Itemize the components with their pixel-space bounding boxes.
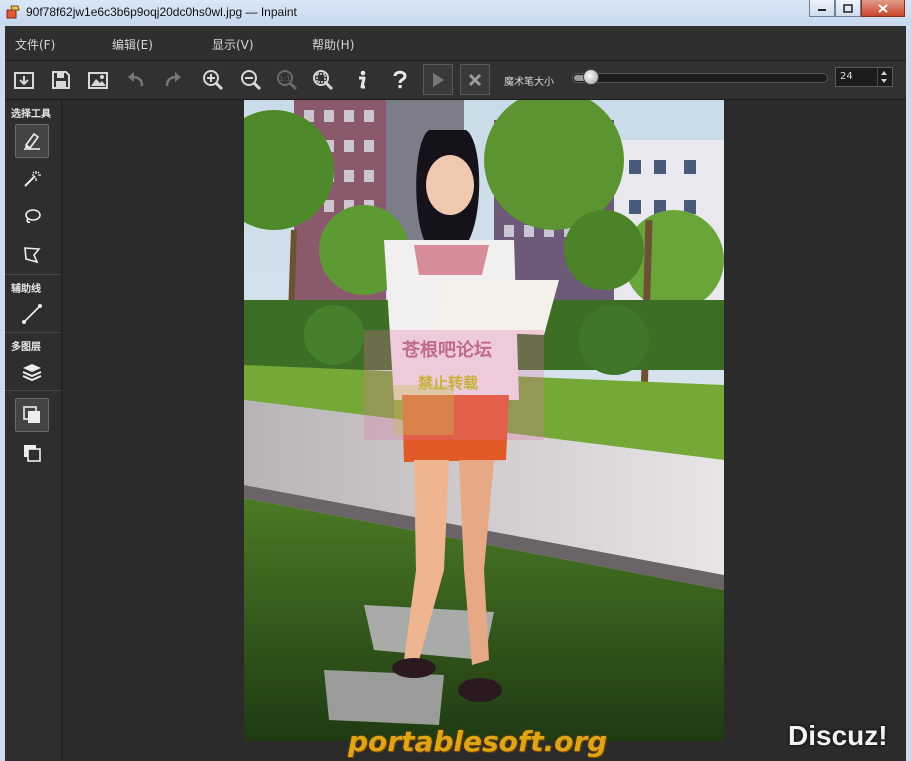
watermark-forum-text: 苍根吧论坛 (402, 340, 492, 361)
image-icon (88, 72, 108, 89)
toolbar: 1:1 魔术笔大小 24 (5, 61, 906, 100)
info-icon (359, 70, 366, 89)
menu-file[interactable]: 文件(F) (15, 36, 55, 53)
zoom-out-button[interactable] (237, 66, 265, 94)
menu-bar: 文件(F) 编辑(E) 显示(V) 帮助(H) (5, 26, 906, 61)
magic-wand-icon (24, 171, 41, 187)
run-button[interactable] (423, 64, 453, 95)
panel-divider (5, 332, 61, 333)
menu-edit[interactable]: 编辑(E) (112, 36, 153, 53)
section-label-guides: 辅助线 (11, 284, 41, 295)
watermark-brand-text: Discuz! (788, 720, 888, 751)
marker-tool-button[interactable] (15, 124, 49, 158)
zoom-out-icon (241, 70, 262, 91)
magic-wand-tool-button[interactable] (15, 162, 49, 196)
zoom-fit-icon (313, 70, 334, 91)
layer-front-button[interactable] (15, 398, 49, 432)
watermark-forbid-text: 禁止转载 (418, 374, 479, 392)
photo-image (244, 100, 724, 741)
layers-tool-button[interactable] (15, 355, 49, 389)
brush-size-value: 24 (840, 71, 853, 82)
svg-text:1:1: 1:1 (279, 75, 290, 83)
redo-button[interactable] (159, 66, 187, 94)
photo-canvas[interactable] (244, 100, 724, 741)
close-button[interactable] (861, 0, 905, 17)
zoom-actual-icon: 1:1 (277, 70, 298, 91)
brush-size-slider-handle[interactable] (583, 69, 599, 85)
layers-icon (22, 364, 42, 382)
help-button[interactable] (386, 66, 414, 94)
layer-front-icon (23, 406, 40, 423)
menu-help[interactable]: 帮助(H) (312, 36, 354, 53)
layer-back-icon (24, 445, 41, 462)
minimize-icon (818, 9, 826, 11)
close-icon (878, 3, 888, 13)
spin-down-icon[interactable] (881, 79, 887, 83)
help-icon (393, 70, 407, 89)
layer-back-button[interactable] (15, 436, 49, 470)
maximize-button[interactable] (835, 0, 861, 17)
spin-up-icon[interactable] (881, 71, 887, 75)
zoom-actual-button[interactable]: 1:1 (273, 66, 301, 94)
maximize-icon (843, 3, 853, 13)
spinbox-arrows (877, 68, 892, 86)
canvas-area[interactable] (62, 100, 906, 761)
play-icon (433, 72, 444, 87)
window-title: 90f78f62jw1e6c3b6p9oqj20dc0hs0wl.jpg — I… (26, 5, 297, 19)
undo-button[interactable] (122, 66, 150, 94)
panel-divider (5, 274, 61, 275)
open-button[interactable] (10, 66, 38, 94)
save-icon (52, 71, 70, 89)
lasso-tool-button[interactable] (15, 200, 49, 234)
tools-panel: 选择工具 辅助线 多图层 (5, 100, 62, 761)
cancel-icon (468, 73, 482, 86)
panel-divider (5, 390, 61, 391)
save-button[interactable] (47, 66, 75, 94)
zoom-fit-button[interactable] (309, 66, 337, 94)
minimize-button[interactable] (809, 0, 835, 17)
brush-size-slider[interactable] (572, 69, 828, 85)
info-button[interactable] (348, 66, 376, 94)
redo-icon (165, 72, 181, 87)
section-label-layers: 多图层 (11, 342, 41, 353)
window-controls (809, 0, 905, 18)
guide-line-tool-button[interactable] (15, 297, 49, 331)
window-titlebar[interactable]: 90f78f62jw1e6c3b6p9oqj20dc0hs0wl.jpg — I… (0, 0, 911, 26)
marker-icon (24, 132, 40, 150)
app-client: 文件(F) 编辑(E) 显示(V) 帮助(H) 1:1 魔术笔大小 24 选择工… (5, 26, 906, 761)
polygon-lasso-icon (24, 247, 41, 264)
guide-line-icon (22, 304, 42, 324)
open-icon (14, 72, 34, 89)
zoom-in-button[interactable] (199, 66, 227, 94)
menu-view[interactable]: 显示(V) (212, 36, 254, 53)
image-button[interactable] (84, 66, 112, 94)
brush-size-label: 魔术笔大小 (504, 77, 554, 88)
brush-size-spinbox[interactable]: 24 (835, 67, 893, 87)
app-icon (6, 5, 20, 19)
cancel-button[interactable] (460, 64, 490, 95)
watermark-site-text: portablesoft.org (348, 725, 608, 758)
zoom-in-icon (203, 70, 224, 91)
section-label-selection: 选择工具 (11, 109, 51, 120)
lasso-icon (25, 209, 41, 224)
undo-icon (128, 72, 144, 87)
polygon-lasso-tool-button[interactable] (15, 238, 49, 272)
